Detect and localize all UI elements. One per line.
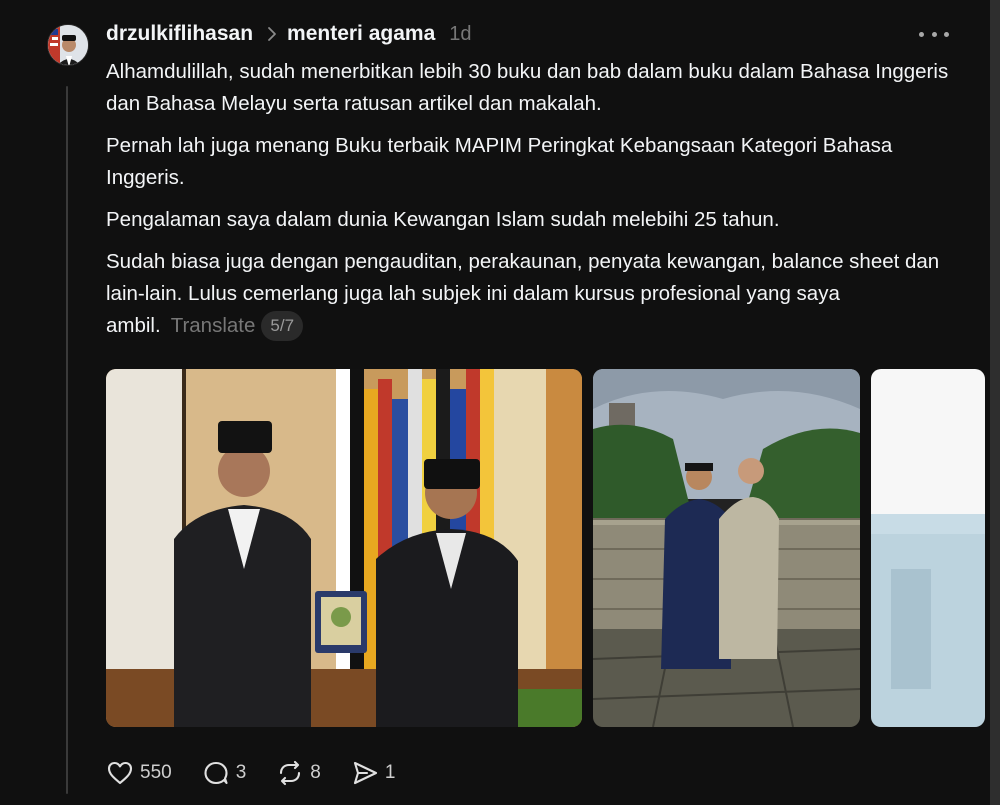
post-paragraph: Pengalaman saya dalam dunia Kewangan Isl…	[106, 208, 780, 231]
avatar[interactable]	[47, 24, 89, 66]
chevron-right-icon	[267, 26, 277, 42]
post-header: drzulkiflihasan menteri agama 1d	[106, 21, 472, 47]
avatar-image	[48, 25, 88, 65]
send-icon	[351, 760, 379, 786]
more-dots-icon[interactable]	[919, 26, 949, 42]
share-count: 1	[384, 762, 396, 783]
translate-link[interactable]: Translate	[171, 314, 256, 337]
repost-button[interactable]: 8	[276, 760, 321, 786]
post-paragraph: Pernah lah juga menang Buku terbaik MAPI…	[106, 134, 893, 189]
repost-count: 8	[310, 762, 321, 783]
window-edge	[990, 0, 1000, 805]
reply-count: 3	[235, 762, 247, 783]
like-count: 550	[140, 762, 172, 783]
thread-post: drzulkiflihasan menteri agama 1d Alhamdu…	[0, 0, 1000, 805]
comment-icon	[202, 760, 230, 786]
post-paragraph: Alhamdulillah, sudah menerbitkan lebih 3…	[106, 60, 949, 115]
like-button[interactable]: 550	[106, 760, 172, 786]
post-image-award[interactable]	[106, 369, 582, 727]
post-image-outdoor[interactable]	[593, 369, 860, 727]
post-actions: 550 3 8 1	[106, 758, 425, 788]
reply-button[interactable]: 3	[202, 760, 247, 786]
repost-icon	[276, 760, 304, 786]
thread-count-badge: 5/7	[261, 311, 304, 341]
thread-line	[66, 86, 68, 794]
share-button[interactable]: 1	[351, 760, 396, 786]
post-timestamp[interactable]: 1d	[449, 23, 471, 46]
post-body: Alhamdulillah, sudah menerbitkan lebih 3…	[106, 56, 956, 352]
username-link[interactable]: drzulkiflihasan	[106, 22, 253, 46]
topic-link[interactable]: menteri agama	[287, 22, 435, 46]
post-image-partial[interactable]	[871, 369, 985, 727]
heart-icon	[106, 760, 134, 786]
post-paragraph-last: Sudah biasa juga dengan pengauditan, per…	[106, 246, 956, 342]
